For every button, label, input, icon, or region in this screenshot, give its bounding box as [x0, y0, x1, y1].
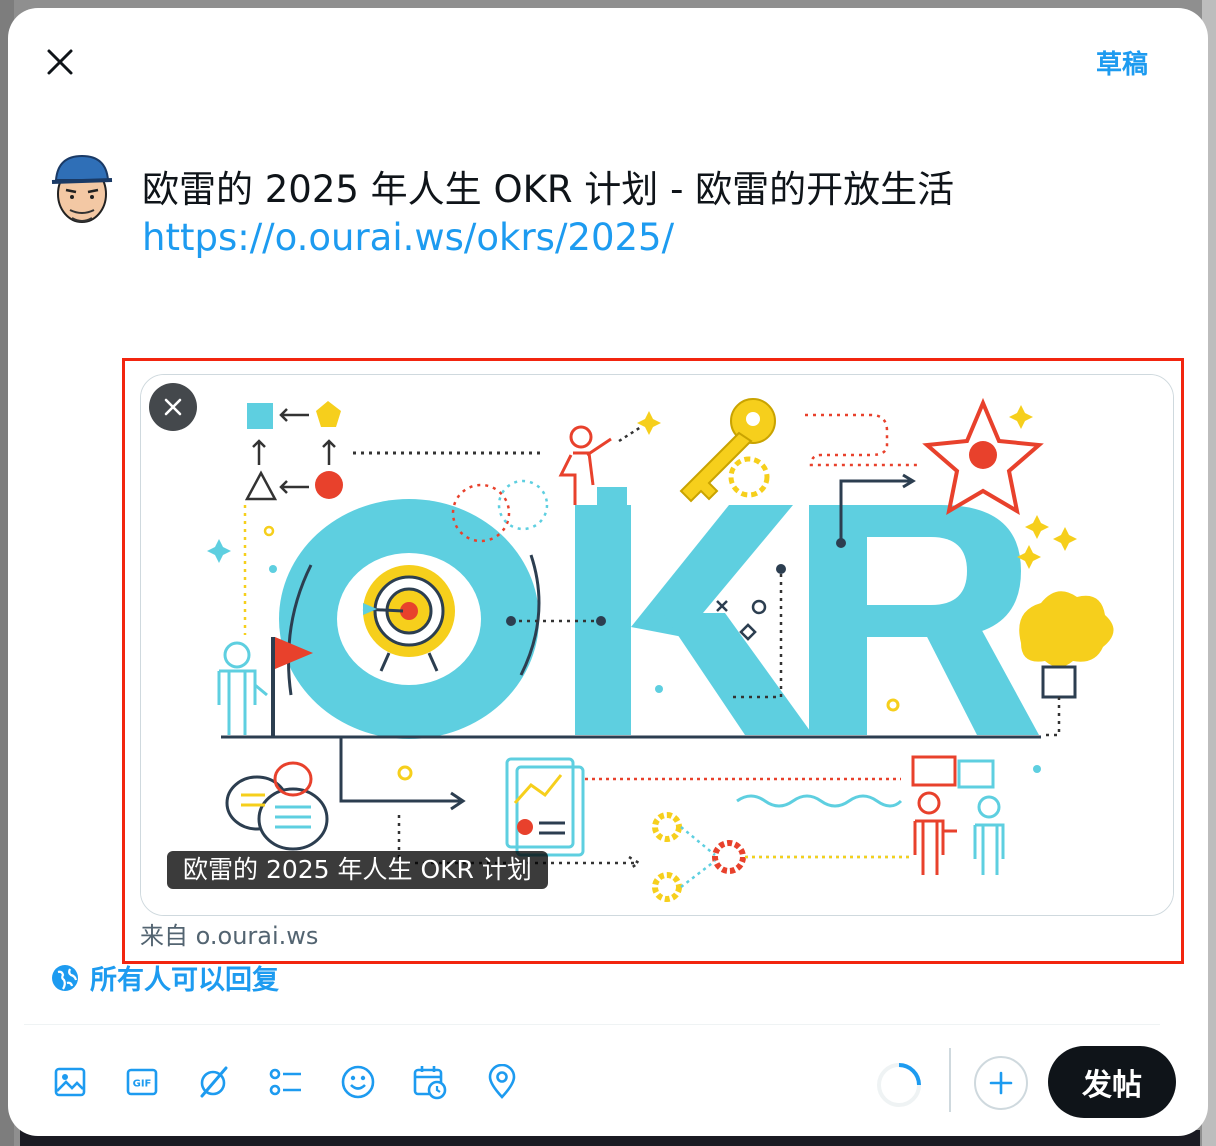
plus-icon — [989, 1071, 1013, 1095]
location-icon — [488, 1064, 516, 1099]
compose-text[interactable]: 欧雷的 2025 年人生 OKR 计划 - 欧雷的开放生活 https://o.… — [142, 166, 1162, 262]
compose-modal: 草稿 欧雷的 2025 年人生 OKR 计划 - 欧雷的开放生活 https:/… — [8, 8, 1208, 1136]
emoji-icon — [341, 1065, 375, 1099]
close-icon — [47, 49, 73, 75]
character-count-ring — [877, 1063, 921, 1107]
reply-setting-button[interactable]: 所有人可以回复 — [50, 958, 279, 997]
post-button[interactable]: 发帖 — [1048, 1046, 1176, 1118]
drafts-button[interactable]: 草稿 — [1096, 44, 1148, 81]
toolbar-separator — [949, 1048, 951, 1112]
add-post-button[interactable] — [974, 1056, 1028, 1110]
schedule-button[interactable] — [394, 1052, 466, 1112]
reply-setting-label: 所有人可以回复 — [90, 965, 279, 996]
grok-icon — [200, 1066, 228, 1098]
location-button[interactable] — [466, 1052, 538, 1112]
schedule-icon — [413, 1066, 447, 1100]
compose-toolbar: GIF — [34, 1052, 538, 1112]
gif-button[interactable]: GIF — [106, 1052, 178, 1112]
highlight-box — [122, 358, 1184, 964]
avatar — [51, 154, 113, 223]
divider — [24, 1024, 1160, 1025]
poll-button[interactable] — [250, 1052, 322, 1112]
globe-icon — [52, 964, 78, 991]
compose-link[interactable]: https://o.ourai.ws/okrs/2025/ — [142, 214, 1162, 262]
emoji-button[interactable] — [322, 1052, 394, 1112]
poll-icon — [269, 1068, 301, 1096]
svg-text:GIF: GIF — [133, 1079, 152, 1090]
image-icon — [54, 1067, 86, 1097]
close-button[interactable] — [38, 40, 82, 84]
grok-button[interactable] — [178, 1052, 250, 1112]
gif-icon: GIF — [126, 1068, 158, 1096]
compose-text-body: 欧雷的 2025 年人生 OKR 计划 - 欧雷的开放生活 — [142, 168, 955, 211]
media-button[interactable] — [34, 1052, 106, 1112]
